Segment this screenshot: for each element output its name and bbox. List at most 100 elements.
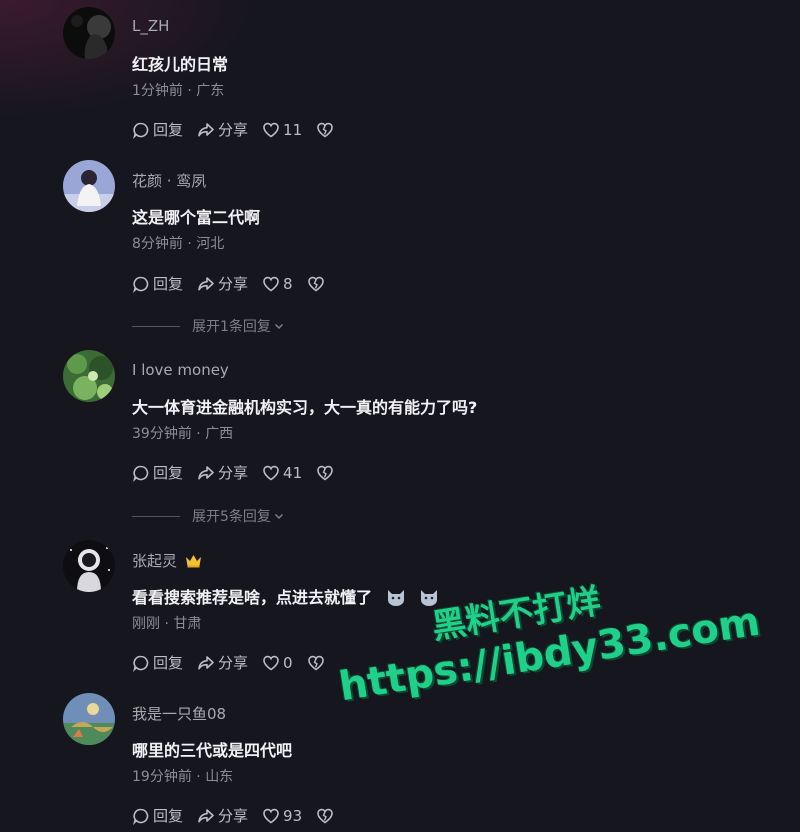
chevron-down-icon	[274, 513, 283, 520]
avatar[interactable]	[63, 160, 115, 212]
heart-outline-icon	[263, 122, 279, 137]
meta-separator: ·	[187, 83, 192, 99]
avatar[interactable]	[63, 693, 115, 745]
reply-label: 回复	[153, 807, 184, 825]
reply-button[interactable]: 回复	[132, 462, 183, 483]
heart-outline-icon	[263, 276, 279, 291]
share-arrow-icon	[198, 276, 214, 290]
reply-bubble-icon	[133, 465, 149, 482]
share-label: 分享	[218, 807, 249, 825]
heart-outline-icon	[263, 465, 279, 480]
reply-button[interactable]: 回复	[132, 273, 183, 294]
reply-bubble-icon	[133, 122, 149, 139]
reply-bubble-icon	[133, 655, 149, 672]
like-button[interactable]: 41	[262, 464, 302, 482]
reply-bubble-icon	[133, 276, 149, 293]
share-button[interactable]: 分享	[197, 462, 248, 483]
share-arrow-icon	[198, 465, 214, 479]
broken-heart-icon	[317, 122, 333, 137]
expand-replies-button[interactable]: 展开5条回复	[132, 506, 285, 526]
share-button[interactable]: 分享	[197, 805, 248, 826]
comment-text-body: 看看搜索推荐是啥，点进去就懂了	[132, 588, 373, 607]
comment-time: 1分钟前	[132, 83, 183, 99]
broken-heart-icon	[307, 655, 324, 670]
expand-replies-label: 展开1条回复	[192, 319, 271, 335]
like-count: 0	[283, 653, 293, 672]
share-arrow-icon	[198, 808, 214, 822]
reply-button[interactable]: 回复	[132, 119, 183, 140]
comment-actions: 回复 分享 41	[132, 462, 334, 483]
reply-label: 回复	[153, 275, 184, 293]
like-button[interactable]: 11	[262, 121, 302, 139]
username[interactable]: I love money	[132, 361, 229, 379]
meta-separator: ·	[196, 426, 201, 442]
like-count: 11	[283, 120, 303, 139]
chevron-down-icon	[274, 323, 283, 330]
avatar[interactable]	[63, 7, 115, 59]
cat-emoji-icon	[387, 590, 404, 606]
avatar[interactable]	[63, 350, 115, 402]
share-button[interactable]: 分享	[197, 273, 248, 294]
comment-actions: 回复 分享 93	[132, 805, 334, 826]
username[interactable]: L_ZH	[132, 17, 169, 35]
username[interactable]: 我是一只鱼08	[132, 703, 226, 724]
comment-actions: 回复 分享 11	[132, 119, 334, 140]
comment-meta: 19分钟前 · 山东	[132, 766, 233, 786]
cat-emoji-icon	[421, 590, 438, 606]
comment-location: 广西	[205, 426, 234, 442]
username[interactable]: 花颜 · 鸾夙	[132, 170, 206, 191]
watermark-title: 黑料不打烊	[429, 581, 604, 648]
heart-outline-icon	[263, 655, 279, 670]
broken-heart-icon	[307, 276, 324, 291]
comment-location: 山东	[205, 769, 234, 785]
comment-text: 哪里的三代或是四代吧	[132, 741, 293, 760]
meta-separator: ·	[164, 616, 169, 632]
comment-meta: 1分钟前 · 广东	[132, 80, 224, 100]
comment-text: 这是哪个富二代啊	[132, 208, 261, 227]
share-button[interactable]: 分享	[197, 119, 248, 140]
comment-location: 广东	[196, 83, 225, 99]
reply-button[interactable]: 回复	[132, 652, 183, 673]
like-count: 8	[283, 274, 293, 293]
comment-actions: 回复 分享 8	[132, 273, 325, 294]
comment-text: 红孩儿的日常	[132, 55, 229, 74]
comment-meta: 8分钟前 · 河北	[132, 233, 224, 253]
username[interactable]: 张起灵	[132, 550, 202, 571]
dislike-button[interactable]	[316, 464, 334, 482]
dislike-button[interactable]	[307, 654, 325, 672]
like-button[interactable]: 8	[262, 275, 293, 293]
comment-time: 8分钟前	[132, 236, 183, 252]
reply-label: 回复	[153, 121, 184, 139]
heart-outline-icon	[263, 808, 279, 823]
avatar[interactable]	[63, 540, 115, 592]
divider-line	[132, 325, 180, 327]
reply-bubble-icon	[133, 808, 149, 825]
comment-meta: 刚刚 · 甘肃	[132, 613, 201, 633]
share-label: 分享	[218, 464, 249, 482]
like-button[interactable]: 93	[262, 807, 302, 825]
watermark-url: https://ibdy33.com	[336, 598, 764, 711]
comment-time: 刚刚	[132, 616, 160, 632]
dislike-button[interactable]	[307, 275, 325, 293]
comment-time: 19分钟前	[132, 769, 192, 785]
dislike-button[interactable]	[316, 807, 334, 825]
meta-separator: ·	[187, 236, 192, 252]
dislike-button[interactable]	[316, 121, 334, 139]
comment-text: 大一体育进金融机构实习，大一真的有能力了吗?	[132, 398, 478, 417]
broken-heart-icon	[317, 465, 333, 480]
share-label: 分享	[218, 275, 249, 293]
comment-text: 看看搜索推荐是啥，点进去就懂了	[132, 584, 439, 608]
comment-time: 39分钟前	[132, 426, 192, 442]
reply-button[interactable]: 回复	[132, 805, 183, 826]
crown-icon	[185, 555, 201, 568]
share-arrow-icon	[198, 122, 214, 136]
broken-heart-icon	[317, 808, 333, 823]
share-button[interactable]: 分享	[197, 652, 248, 673]
comment-location: 河北	[196, 236, 225, 252]
expand-replies-button[interactable]: 展开1条回复	[132, 316, 285, 336]
reply-label: 回复	[153, 654, 184, 672]
username-text: 张起灵	[132, 552, 178, 570]
expand-replies-label: 展开5条回复	[192, 509, 271, 525]
like-button[interactable]: 0	[262, 654, 293, 672]
comment-meta: 39分钟前 · 广西	[132, 423, 233, 443]
